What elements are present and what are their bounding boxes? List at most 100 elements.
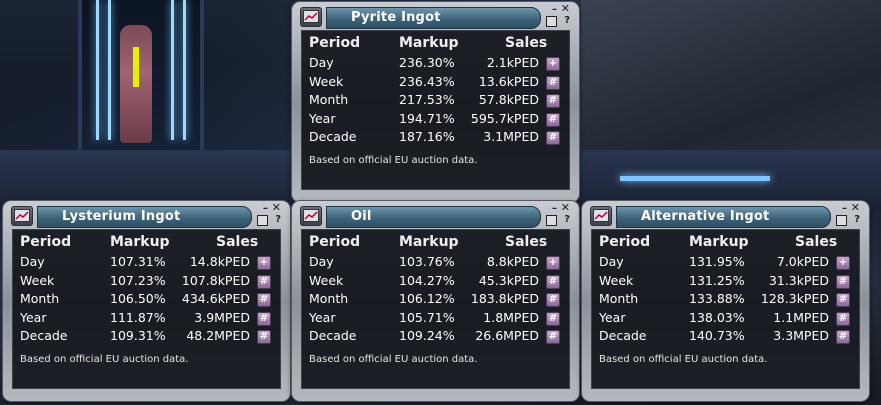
- row-markup: 107.31%: [110, 254, 166, 269]
- market-value-panel[interactable]: Lysterium Ingot – ✕ ? Period Markup Sale…: [3, 201, 290, 401]
- period-detail-button[interactable]: #: [546, 293, 560, 307]
- row-sales: 13.6kPED: [478, 73, 539, 89]
- header-markup: Markup: [689, 234, 749, 250]
- player-avatar[interactable]: [120, 25, 152, 143]
- period-detail-button[interactable]: +: [546, 256, 560, 270]
- period-detail-button[interactable]: +: [546, 57, 560, 71]
- period-detail-button[interactable]: #: [836, 311, 850, 326]
- minimize-button[interactable]: –: [552, 204, 557, 214]
- row-period: Decade: [309, 129, 357, 144]
- minimize-button[interactable]: –: [842, 204, 847, 214]
- panel-title-bar[interactable]: Pyrite Ingot: [326, 7, 541, 29]
- row-markup: 236.30%: [399, 55, 455, 70]
- period-detail-button[interactable]: #: [546, 311, 560, 326]
- row-period: Month: [309, 92, 349, 107]
- market-value-panel[interactable]: Alternative Ingot – ✕ ? Period Markup Sa…: [582, 201, 869, 401]
- period-detail-button[interactable]: #: [257, 330, 271, 344]
- row-period: Month: [20, 291, 60, 306]
- row-markup: 194.71%: [399, 110, 455, 126]
- chart-icon[interactable]: [300, 7, 322, 27]
- auction-note: Based on official EU auction data.: [599, 354, 768, 365]
- header-markup: Markup: [110, 234, 170, 250]
- panel-title-bar[interactable]: Oil: [326, 206, 541, 228]
- panel-title: Pyrite Ingot: [351, 10, 441, 25]
- row-sales: 45.3kPED: [478, 272, 539, 288]
- close-button[interactable]: ✕: [561, 3, 570, 14]
- row-period: Decade: [20, 328, 68, 343]
- pod-light: [183, 0, 186, 140]
- period-detail-button[interactable]: +: [257, 256, 271, 270]
- period-detail-button[interactable]: #: [546, 75, 560, 90]
- minimize-button[interactable]: –: [263, 204, 268, 214]
- row-sales: 57.8kPED: [478, 92, 539, 107]
- row-period: Day: [309, 55, 334, 70]
- row-sales: 1.8MPED: [483, 309, 539, 325]
- row-sales: 3.1MPED: [483, 129, 539, 144]
- row-sales: 128.3kPED: [760, 291, 829, 306]
- auction-note: Based on official EU auction data.: [309, 354, 478, 365]
- market-value-panel[interactable]: Pyrite Ingot – ✕ ? Period Markup Sales D…: [292, 2, 579, 202]
- header-period: Period: [599, 234, 651, 250]
- header-sales: Sales: [505, 234, 548, 250]
- auction-note: Based on official EU auction data.: [20, 354, 189, 365]
- row-markup: 109.31%: [110, 328, 166, 343]
- help-button[interactable]: ?: [275, 215, 281, 225]
- period-detail-button[interactable]: #: [546, 330, 560, 344]
- row-markup: 138.03%: [689, 309, 745, 325]
- row-sales: 434.6kPED: [181, 291, 250, 306]
- row-period: Year: [599, 309, 626, 325]
- pod-light: [96, 0, 99, 140]
- row-sales: 2.1kPED: [486, 55, 539, 70]
- header-markup: Markup: [399, 35, 459, 51]
- panel-title: Alternative Ingot: [641, 209, 770, 224]
- help-button[interactable]: ?: [854, 215, 860, 225]
- row-sales: 14.8kPED: [189, 254, 250, 269]
- row-markup: 107.23%: [110, 272, 166, 288]
- period-detail-button[interactable]: #: [546, 94, 560, 108]
- market-value-panel[interactable]: Oil – ✕ ? Period Markup Sales Day 103.76%…: [292, 201, 579, 401]
- period-detail-button[interactable]: #: [546, 274, 560, 289]
- row-markup: 104.27%: [399, 272, 455, 288]
- chart-icon[interactable]: [300, 206, 322, 226]
- period-detail-button[interactable]: #: [836, 330, 850, 344]
- period-detail-button[interactable]: #: [546, 131, 560, 145]
- header-sales: Sales: [505, 35, 548, 51]
- period-detail-button[interactable]: #: [836, 293, 850, 307]
- row-sales: 107.8kPED: [181, 272, 250, 288]
- pin-button[interactable]: [546, 16, 557, 27]
- row-period: Year: [309, 309, 336, 325]
- row-period: Week: [599, 272, 634, 288]
- period-detail-button[interactable]: +: [836, 256, 850, 270]
- header-markup: Markup: [399, 234, 459, 250]
- row-sales: 31.3kPED: [768, 272, 829, 288]
- panel-title-bar[interactable]: Lysterium Ingot: [37, 206, 252, 228]
- minimize-button[interactable]: –: [552, 5, 557, 15]
- row-sales: 8.8kPED: [486, 254, 539, 269]
- market-table: Period Markup Sales Day 103.76% 8.8kPED + We…: [301, 229, 570, 389]
- close-button[interactable]: ✕: [561, 202, 570, 213]
- floor-light-strip: [620, 176, 770, 181]
- period-detail-button[interactable]: #: [546, 112, 560, 127]
- row-period: Month: [309, 291, 349, 306]
- chart-icon[interactable]: [11, 206, 33, 226]
- pod-light: [108, 0, 111, 140]
- close-button[interactable]: ✕: [272, 202, 281, 213]
- period-detail-button[interactable]: #: [257, 293, 271, 307]
- row-markup: 187.16%: [399, 129, 455, 144]
- row-markup: 106.12%: [399, 291, 455, 306]
- pin-button[interactable]: [257, 215, 268, 226]
- row-markup: 131.95%: [689, 254, 745, 269]
- row-sales: 48.2MPED: [186, 328, 250, 343]
- chart-icon[interactable]: [590, 206, 612, 226]
- pin-button[interactable]: [836, 215, 847, 226]
- help-button[interactable]: ?: [564, 16, 570, 26]
- panel-title-bar[interactable]: Alternative Ingot: [616, 206, 831, 228]
- period-detail-button[interactable]: #: [836, 274, 850, 289]
- help-button[interactable]: ?: [564, 215, 570, 225]
- row-markup: 103.76%: [399, 254, 455, 269]
- header-sales: Sales: [795, 234, 838, 250]
- pin-button[interactable]: [546, 215, 557, 226]
- period-detail-button[interactable]: #: [257, 274, 271, 289]
- period-detail-button[interactable]: #: [257, 311, 271, 326]
- close-button[interactable]: ✕: [851, 202, 860, 213]
